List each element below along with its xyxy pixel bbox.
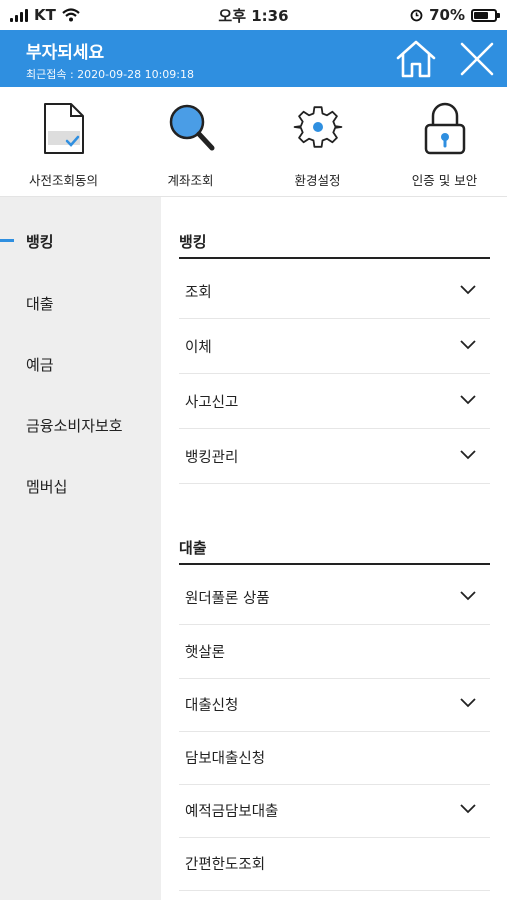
close-button[interactable] [456, 38, 498, 80]
close-icon [460, 42, 494, 76]
menu-row-loan-application[interactable]: 대출신청 [179, 678, 490, 732]
home-icon [396, 40, 436, 78]
sidebar-item-membership[interactable]: 멤버십 [0, 466, 161, 506]
menu-row-accident-report[interactable]: 사고신고 [179, 375, 490, 429]
menu-row-banking-management[interactable]: 뱅킹관리 [179, 430, 490, 484]
home-button[interactable] [394, 37, 438, 81]
section-title-banking: 뱅킹 [179, 233, 207, 251]
quick-item-label: 계좌조회 [167, 173, 214, 188]
battery-percent: 70% [429, 6, 465, 24]
menu-row-label: 간편한도조회 [185, 857, 266, 873]
greeting-title: 부자되세요 [26, 43, 105, 63]
menu-row-label: 예적금담보대출 [185, 804, 279, 820]
active-indicator [0, 239, 14, 242]
quick-item-settings[interactable]: 환경설정 [254, 87, 381, 197]
gear-icon [293, 106, 343, 148]
battery-level-fill [474, 11, 488, 19]
menu-row-label: 원더풀론 상품 [185, 591, 270, 607]
sidebar-item-loan[interactable]: 대출 [0, 283, 161, 323]
sidebar-item-label: 대출 [26, 295, 54, 313]
section-divider [179, 257, 490, 259]
magnifier-icon [169, 104, 215, 151]
battery-icon [471, 8, 500, 22]
quick-item-security[interactable]: 인증 및 보안 [381, 87, 507, 197]
sidebar-item-label: 예금 [26, 356, 54, 374]
menu-row-secured-loan-application[interactable]: 담보대출신청 [179, 731, 490, 785]
chevron-down-icon [460, 395, 476, 405]
menu-content: 뱅킹 조회 이체 사고신고 뱅킹관리 대출 원더풀론 상품 햇살론 대출신청 담… [161, 197, 507, 900]
document-check-icon [44, 103, 84, 154]
sidebar-item-label: 멤버십 [26, 478, 68, 496]
sidebar-item-deposit[interactable]: 예금 [0, 344, 161, 384]
quick-item-account-inquiry[interactable]: 계좌조회 [127, 87, 254, 197]
sidebar-item-label: 금융소비자보호 [26, 417, 123, 435]
menu-row-quick-limit-inquiry[interactable]: 간편한도조회 [179, 837, 490, 891]
menu-header: 부자되세요 최근접속 : 2020-09-28 10:09:18 [0, 30, 507, 87]
menu-row-label: 대출신청 [185, 698, 239, 714]
quick-item-prior-consent[interactable]: 사전조회동의 [0, 87, 127, 197]
chevron-down-icon [460, 340, 476, 350]
section-divider [179, 563, 490, 565]
chevron-down-icon [460, 698, 476, 708]
sidebar-item-label: 뱅킹 [26, 233, 54, 251]
menu-row-label: 뱅킹관리 [185, 450, 239, 466]
quick-item-label: 사전조회동의 [28, 173, 98, 188]
menu-row-label: 담보대출신청 [185, 751, 266, 767]
menu-row-label: 햇살론 [185, 645, 226, 661]
sidebar-item-banking[interactable]: 뱅킹 [0, 221, 161, 261]
sidebar-item-consumer-protection[interactable]: 금융소비자보호 [0, 405, 161, 445]
chevron-down-icon [460, 804, 476, 814]
last-login-text: 최근접속 : 2020-09-28 10:09:18 [26, 68, 195, 81]
menu-row-deposit-secured-loan[interactable]: 예적금담보대출 [179, 784, 490, 838]
menu-row-transfer[interactable]: 이체 [179, 320, 490, 374]
menu-row-label: 이체 [185, 340, 212, 356]
alarm-icon [410, 9, 423, 21]
section-title-loan: 대출 [179, 539, 207, 557]
quick-item-label: 인증 및 보안 [411, 173, 478, 188]
menu-row-wonderful-loan[interactable]: 원더풀론 상품 [179, 571, 490, 625]
status-bar: KT 오후 1:36 70% [0, 0, 507, 30]
menu-row-inquiry[interactable]: 조회 [179, 265, 490, 319]
quick-menu: 사전조회동의 계좌조회 환경설정 인증 및 보안 [0, 87, 507, 197]
category-sidebar: 뱅킹 대출 예금 금융소비자보호 멤버십 [0, 197, 161, 900]
chevron-down-icon [460, 450, 476, 460]
menu-row-sunshine-loan[interactable]: 햇살론 [179, 625, 490, 679]
menu-row-label: 사고신고 [185, 395, 239, 411]
chevron-down-icon [460, 285, 476, 295]
lock-icon [424, 102, 466, 155]
menu-row-label: 조회 [185, 285, 212, 301]
status-right: 70% [410, 6, 500, 24]
quick-item-label: 환경설정 [294, 173, 341, 188]
chevron-down-icon [460, 591, 476, 601]
